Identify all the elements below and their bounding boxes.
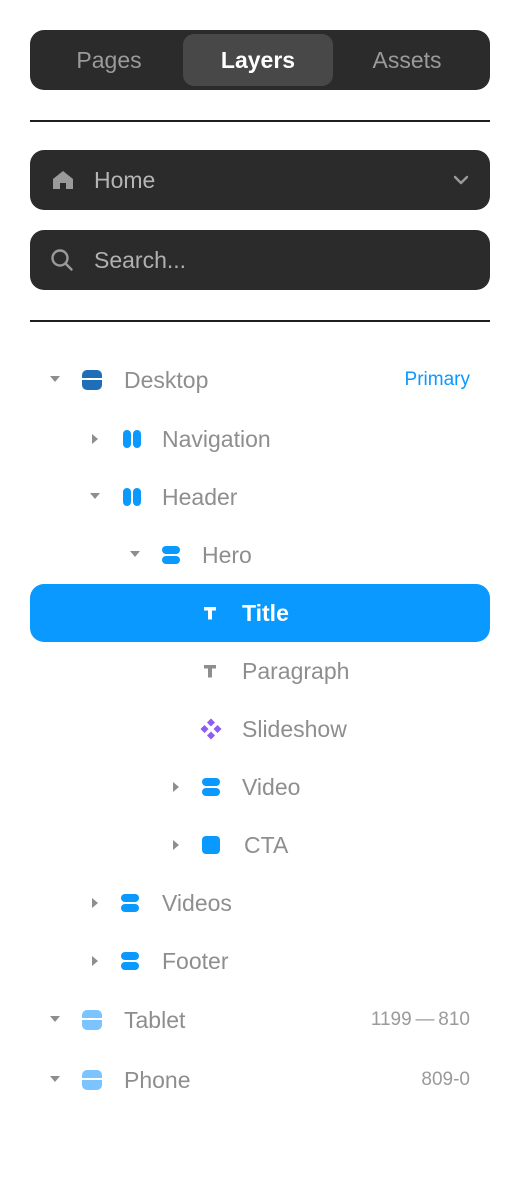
layer-name: Hero <box>202 542 252 568</box>
layer-row-slideshow[interactable]: Slideshow <box>30 700 490 758</box>
vertical-stack-icon <box>121 952 139 970</box>
vertical-stack-icon <box>202 778 220 796</box>
search-input[interactable] <box>94 240 464 280</box>
layer-name: Paragraph <box>242 658 350 684</box>
layer-name: Phone <box>124 1067 191 1093</box>
layer-row-phone[interactable]: Phone 809-0 <box>30 1051 490 1109</box>
caret-right-icon[interactable] <box>92 898 98 908</box>
text-icon <box>204 665 216 678</box>
breakpoint-icon <box>82 1070 102 1090</box>
text-icon <box>204 607 216 620</box>
layer-name: Desktop <box>124 367 209 393</box>
search-icon <box>51 249 73 271</box>
divider <box>30 120 490 122</box>
caret-right-icon[interactable] <box>92 434 98 444</box>
primary-badge: Primary <box>404 369 470 390</box>
caret-right-icon[interactable] <box>173 840 179 850</box>
home-icon <box>53 171 73 189</box>
tab-pages[interactable]: Pages <box>34 34 184 86</box>
vertical-stack-icon <box>162 546 180 564</box>
layer-name: Navigation <box>162 426 271 452</box>
tab-assets[interactable]: Assets <box>332 34 482 86</box>
search-bar <box>30 230 490 290</box>
layer-row-cta[interactable]: CTA <box>30 816 490 874</box>
breakpoint-range: 1199 — 810 <box>370 1009 470 1030</box>
layer-row-desktop[interactable]: Desktop Primary <box>30 351 490 409</box>
layer-row-tablet[interactable]: Tablet 1199 — 810 <box>30 991 490 1049</box>
layer-row-header[interactable]: Header <box>30 468 490 526</box>
layer-row-video[interactable]: Video <box>30 758 490 816</box>
layer-name: Header <box>162 484 238 510</box>
layer-name: Videos <box>162 890 232 916</box>
breakpoint-icon <box>82 370 102 390</box>
caret-down-icon[interactable] <box>130 551 140 557</box>
component-icon <box>200 718 222 740</box>
panel-tabs: Pages Layers Assets <box>30 30 490 90</box>
layer-row-hero[interactable]: Hero <box>30 526 490 584</box>
page-selector-label: Home <box>94 167 156 193</box>
vertical-stack-icon <box>121 894 139 912</box>
layer-name: Video <box>242 774 301 800</box>
layer-row-title[interactable]: Title <box>30 584 490 642</box>
layer-name: Footer <box>162 948 229 974</box>
layer-row-footer[interactable]: Footer <box>30 932 490 990</box>
layer-name: Slideshow <box>242 716 347 742</box>
caret-down-icon[interactable] <box>50 1076 60 1082</box>
caret-down-icon[interactable] <box>50 376 60 382</box>
caret-right-icon[interactable] <box>173 782 179 792</box>
horizontal-stack-icon <box>123 488 141 506</box>
divider <box>30 320 490 322</box>
chevron-down-icon <box>453 175 469 185</box>
layer-row-navigation[interactable]: Navigation <box>30 410 490 468</box>
layer-row-videos[interactable]: Videos <box>30 874 490 932</box>
page-selector[interactable]: Home <box>30 150 490 210</box>
caret-down-icon[interactable] <box>90 493 100 499</box>
layer-name: Title <box>242 600 289 626</box>
layer-row-paragraph[interactable]: Paragraph <box>30 642 490 700</box>
breakpoint-icon <box>82 1010 102 1030</box>
layer-name: Tablet <box>124 1007 186 1033</box>
caret-right-icon[interactable] <box>92 956 98 966</box>
horizontal-stack-icon <box>123 430 141 448</box>
tab-layers[interactable]: Layers <box>183 34 333 86</box>
breakpoint-range: 809-0 <box>421 1069 470 1090</box>
frame-icon <box>202 836 220 854</box>
layer-name: CTA <box>244 832 289 858</box>
caret-down-icon[interactable] <box>50 1016 60 1022</box>
